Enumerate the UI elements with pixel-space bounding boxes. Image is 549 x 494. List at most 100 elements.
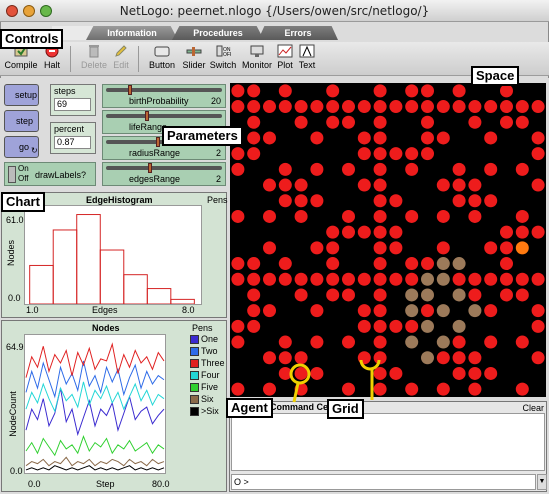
agent-node[interactable] [389, 147, 403, 161]
agent-node[interactable] [373, 100, 387, 114]
agent-node[interactable] [231, 272, 245, 286]
agent-node[interactable] [484, 304, 498, 318]
agent-node[interactable] [468, 194, 482, 208]
agent-node[interactable] [247, 319, 261, 333]
agent-node[interactable] [515, 209, 529, 223]
agent-node[interactable] [531, 351, 545, 365]
agent-node[interactable] [247, 115, 261, 129]
agent-node[interactable] [263, 241, 276, 255]
agent-node[interactable] [515, 225, 529, 239]
agent-node[interactable] [405, 288, 419, 302]
agent-node[interactable] [468, 115, 482, 129]
agent-node[interactable] [436, 131, 450, 145]
agent-node[interactable] [231, 162, 245, 176]
slider-thumb[interactable] [144, 111, 149, 121]
agent-node[interactable] [357, 131, 371, 145]
agent-node[interactable] [484, 272, 498, 286]
agent-node[interactable] [531, 178, 545, 192]
agent-node[interactable] [452, 194, 466, 208]
draw-labels-switch[interactable]: On Off drawLabels? [4, 162, 96, 186]
step-button[interactable]: step [4, 110, 39, 132]
agent-node[interactable] [373, 272, 387, 286]
agent-node[interactable] [278, 335, 292, 349]
agent-node[interactable] [436, 351, 450, 365]
add-switch-tool[interactable]: ONOFF Switch [208, 44, 238, 74]
slider-track[interactable] [106, 114, 222, 118]
agent-node[interactable] [247, 84, 261, 98]
agent-node[interactable] [405, 162, 419, 176]
agent-node[interactable] [373, 225, 387, 239]
switch-toggle[interactable] [8, 166, 16, 183]
agent-node[interactable] [452, 351, 466, 365]
agent-node[interactable] [405, 209, 419, 223]
agent-node[interactable] [373, 115, 387, 129]
agent-node[interactable] [500, 100, 513, 114]
agent-node[interactable] [436, 382, 450, 396]
agent-node[interactable] [531, 100, 545, 114]
clear-button[interactable]: Clear [522, 403, 544, 413]
agent-node[interactable] [421, 319, 434, 333]
agent-node[interactable] [500, 272, 513, 286]
agent-node[interactable] [310, 194, 324, 208]
agent-node[interactable] [452, 288, 466, 302]
agent-node[interactable] [231, 100, 245, 114]
agent-node[interactable] [263, 272, 276, 286]
agent-node[interactable] [342, 162, 355, 176]
agent-node[interactable] [436, 257, 450, 271]
agent-node[interactable] [531, 304, 545, 318]
agent-node[interactable] [326, 241, 340, 255]
agent-node[interactable] [247, 131, 261, 145]
agent-node[interactable] [531, 272, 545, 286]
agent-node[interactable] [263, 304, 276, 318]
tab-procedures[interactable]: Procedures [172, 26, 264, 40]
agent-node[interactable] [326, 272, 340, 286]
agent-node[interactable] [294, 178, 308, 192]
agent-node[interactable] [357, 225, 371, 239]
agent-node[interactable] [468, 209, 482, 223]
agent-node[interactable] [389, 194, 403, 208]
agent-node[interactable] [231, 209, 245, 223]
agent-node[interactable] [405, 304, 419, 318]
agent-node[interactable] [278, 84, 292, 98]
agent-node[interactable] [484, 194, 498, 208]
agent-node[interactable] [357, 319, 371, 333]
world-view[interactable] [230, 83, 546, 397]
agent-node[interactable] [452, 335, 466, 349]
agent-node[interactable] [342, 115, 355, 129]
agent-node[interactable] [468, 366, 482, 380]
slider-thumb[interactable] [128, 85, 132, 95]
agent-node[interactable] [452, 178, 466, 192]
agent-node[interactable] [389, 100, 403, 114]
agent-node[interactable] [247, 147, 261, 161]
agent-node[interactable] [452, 257, 466, 271]
agent-node[interactable] [515, 272, 529, 286]
agent-node[interactable] [278, 257, 292, 271]
edit-button[interactable]: Edit [110, 44, 132, 74]
setup-button[interactable]: setup [4, 84, 39, 106]
agent-node[interactable] [436, 178, 450, 192]
add-text-tool[interactable]: Text [296, 44, 318, 74]
agent-node[interactable] [452, 272, 466, 286]
slider-thumb[interactable] [147, 163, 152, 173]
agent-node[interactable] [373, 209, 387, 223]
agent-node[interactable] [452, 319, 466, 333]
agent-node[interactable] [468, 288, 482, 302]
agent-node[interactable] [373, 147, 387, 161]
agent-node[interactable] [357, 178, 371, 192]
agent-node[interactable] [278, 272, 292, 286]
agent-node[interactable] [357, 147, 371, 161]
agent-node[interactable] [436, 304, 450, 318]
agent-node[interactable] [373, 84, 387, 98]
agent-node[interactable] [421, 131, 434, 145]
agent-node[interactable] [278, 162, 292, 176]
agent-node[interactable] [531, 225, 545, 239]
agent-node[interactable] [500, 84, 513, 98]
agent-node[interactable] [373, 304, 387, 318]
agent-node[interactable] [421, 272, 434, 286]
agent-node[interactable] [500, 225, 513, 239]
agent-node[interactable] [263, 209, 276, 223]
tab-information[interactable]: Information [86, 26, 178, 40]
agent-node[interactable] [421, 288, 434, 302]
agent-node[interactable] [278, 178, 292, 192]
agent-node[interactable] [310, 335, 324, 349]
